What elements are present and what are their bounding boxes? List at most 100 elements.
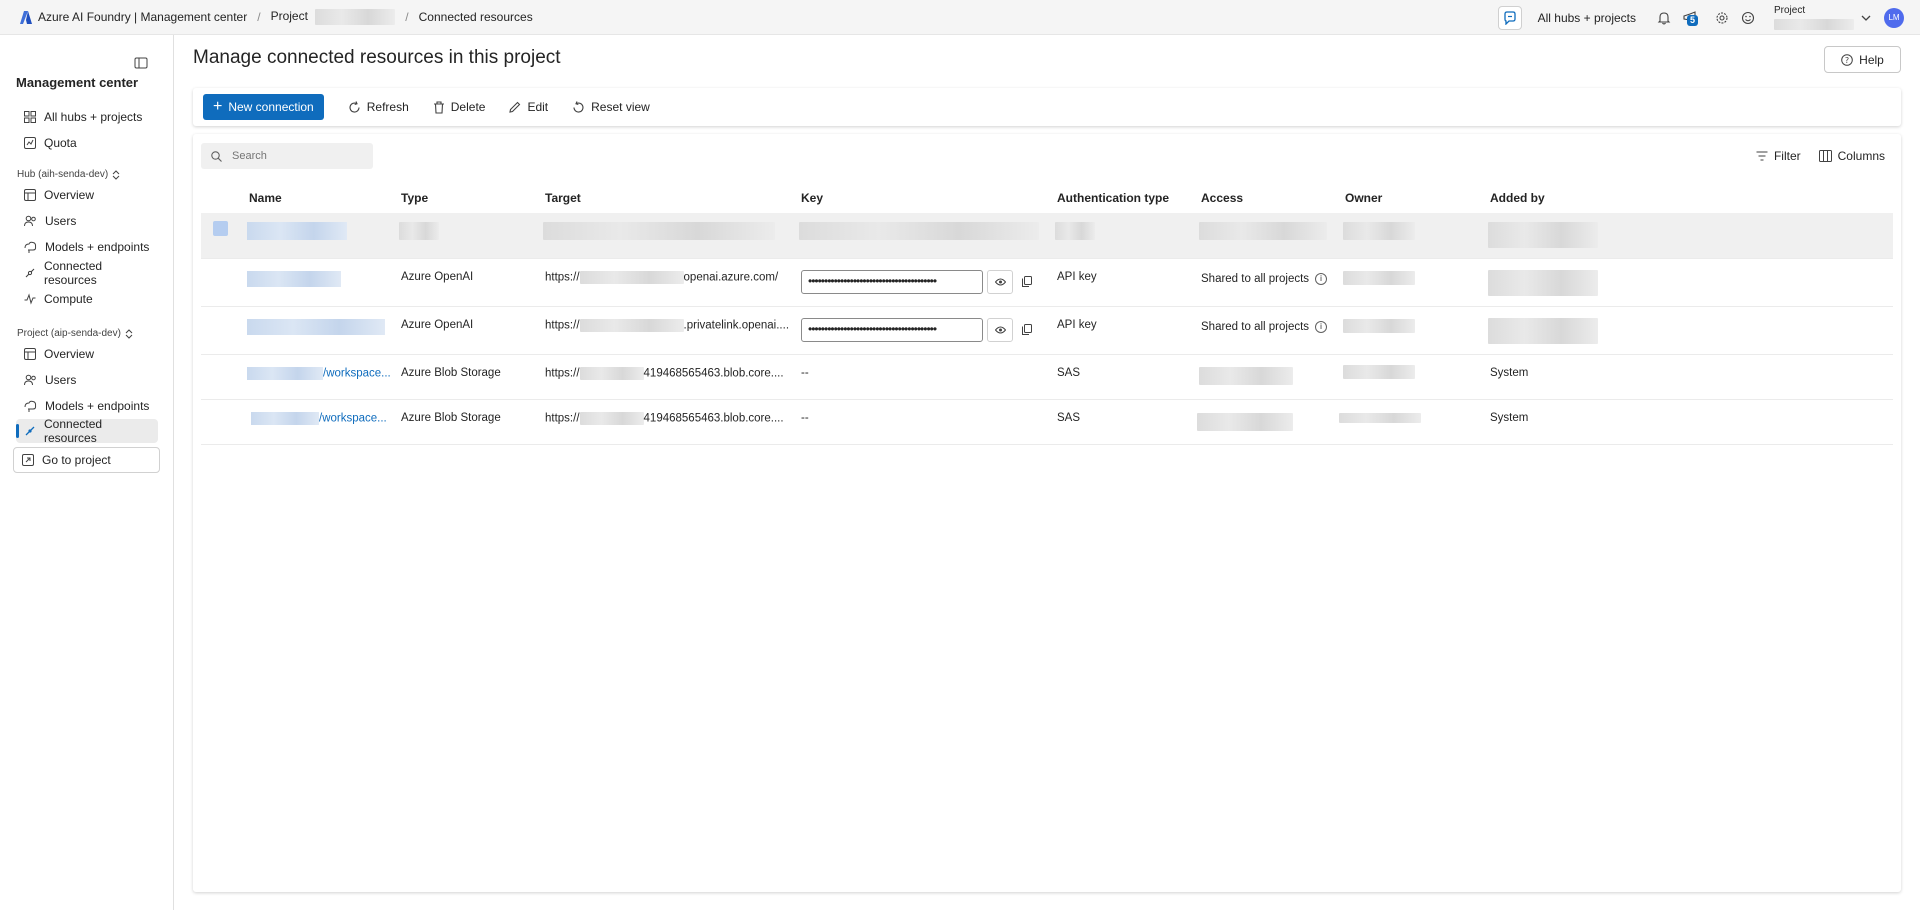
collapse-sidebar-icon[interactable] — [134, 57, 148, 69]
edit-button[interactable]: Edit — [499, 94, 558, 120]
go-to-project-button[interactable]: Go to project — [13, 447, 160, 473]
redacted-name — [247, 222, 347, 240]
search-input[interactable] — [230, 149, 360, 163]
row-checkbox[interactable] — [213, 221, 228, 236]
sidebar-item-label: Connected resources — [44, 259, 103, 287]
all-hubs-link[interactable]: All hubs + projects — [1538, 11, 1636, 25]
page-title: Manage connected resources in this proje… — [193, 47, 561, 68]
reset-icon — [573, 100, 584, 113]
column-header-added-by[interactable]: Added by — [1490, 191, 1545, 205]
cell-name-link[interactable]: /workspace... — [247, 367, 391, 380]
filter-button[interactable]: Filter — [1756, 149, 1801, 163]
column-header-name[interactable]: Name — [249, 191, 282, 205]
pencil-icon — [509, 101, 521, 113]
sidebar-item-project-users[interactable]: Users — [16, 368, 158, 392]
info-icon[interactable]: i — [1315, 273, 1328, 285]
table-row[interactable]: Azure OpenAI https://openai.azure.com/ •… — [201, 259, 1893, 307]
column-header-auth-type[interactable]: Authentication type — [1057, 191, 1169, 205]
cell-target: https://419468565463.blob.core.... — [545, 367, 784, 380]
sidebar-item-label: Overview — [44, 347, 95, 361]
column-header-target[interactable]: Target — [545, 191, 581, 205]
sidebar-item-label: Overview — [44, 188, 95, 202]
table-row[interactable] — [201, 213, 1893, 259]
help-button[interactable]: ? Help — [1824, 46, 1901, 73]
sidebar-item-label: Models + endpoints — [45, 399, 150, 413]
column-header-owner[interactable]: Owner — [1345, 191, 1382, 205]
columns-icon — [1818, 150, 1832, 162]
project-picker[interactable]: Project — [1774, 5, 1854, 30]
sidebar-item-hub-users[interactable]: Users — [16, 209, 158, 233]
copy-icon[interactable] — [1022, 276, 1032, 287]
users-icon — [24, 374, 36, 386]
sidebar-item-hub-connected-resources[interactable]: Connected resources — [16, 259, 158, 287]
info-icon[interactable]: i — [1315, 321, 1328, 333]
redacted-owner — [1343, 271, 1415, 285]
gear-icon — [1716, 11, 1728, 24]
refresh-button[interactable]: Refresh — [338, 94, 419, 120]
redacted-name-link[interactable] — [247, 319, 385, 335]
sidebar-item-all-hubs[interactable]: All hubs + projects — [16, 105, 158, 129]
cell-auth-type: SAS — [1057, 367, 1081, 379]
redacted-name-link[interactable] — [247, 271, 341, 287]
announcements-button[interactable]: 5 — [1682, 10, 1699, 26]
sidebar-item-hub-compute[interactable]: Compute — [16, 287, 158, 311]
refresh-icon — [349, 100, 360, 113]
redacted-owner — [1343, 319, 1415, 333]
brand[interactable]: Azure AI Foundry | Management center — [20, 10, 247, 24]
key-field[interactable]: •••••••••••••••••••••••••••••••••••••••• — [801, 318, 983, 342]
cell-type: Azure Blob Storage — [401, 367, 501, 379]
table-header: Name Type Target Key Authentication type… — [201, 183, 1893, 213]
search-box[interactable] — [201, 143, 373, 169]
sidebar-item-hub-overview[interactable]: Overview — [16, 183, 158, 207]
redacted-added-by — [1488, 270, 1598, 296]
hub-group-header[interactable]: Hub (aih-senda-dev) — [17, 169, 120, 180]
table-row[interactable]: Azure OpenAI https://.privatelink.openai… — [201, 307, 1893, 355]
top-bar: Azure AI Foundry | Management center / P… — [0, 0, 1920, 35]
key-field[interactable]: •••••••••••••••••••••••••••••••••••••••• — [801, 270, 983, 294]
redacted-project-name — [315, 9, 396, 25]
cell-auth-type: API key — [1057, 271, 1097, 283]
command-bar: + New connection Refresh Delete Edit Res… — [193, 88, 1901, 126]
quota-icon — [24, 137, 36, 149]
sidebar-item-quota[interactable]: Quota — [16, 131, 158, 155]
new-connection-button[interactable]: + New connection — [203, 94, 324, 120]
table-row[interactable]: /workspace... Azure Blob Storage https:/… — [201, 355, 1893, 400]
cell-access: Shared to all projects i — [1201, 321, 1328, 333]
column-header-type[interactable]: Type — [401, 191, 428, 205]
feedback-button[interactable] — [1740, 10, 1756, 26]
table-row[interactable]: /workspace... Azure Blob Storage https:/… — [201, 400, 1893, 445]
trash-icon — [433, 100, 444, 114]
cell-key: -- — [801, 412, 809, 424]
column-header-access[interactable]: Access — [1201, 191, 1243, 205]
copilot-button[interactable] — [1497, 5, 1522, 30]
svg-text:?: ? — [1845, 56, 1849, 65]
sidebar-item-hub-models[interactable]: Models + endpoints — [16, 235, 158, 259]
azure-ai-foundry-logo-icon — [20, 10, 32, 24]
cell-target: https://.privatelink.openai.... — [545, 319, 790, 332]
copy-icon[interactable] — [1022, 324, 1032, 335]
delete-button[interactable]: Delete — [423, 94, 496, 120]
settings-button[interactable] — [1714, 10, 1730, 26]
project-picker-label: Project — [1774, 5, 1806, 16]
notifications-button[interactable] — [1656, 10, 1672, 26]
models-icon — [24, 241, 37, 253]
redacted-added-by — [1488, 222, 1598, 248]
breadcrumb-project[interactable]: Project — [271, 9, 396, 25]
sidebar-item-project-overview[interactable]: Overview — [16, 342, 158, 366]
reset-view-button[interactable]: Reset view — [562, 94, 660, 120]
column-header-key[interactable]: Key — [801, 191, 823, 205]
show-key-button[interactable] — [987, 318, 1013, 342]
sidebar-item-project-connected-resources[interactable]: Connected resources — [16, 417, 158, 445]
columns-button[interactable]: Columns — [1818, 149, 1885, 163]
filter-icon — [1756, 151, 1768, 161]
chevron-down-icon[interactable] — [1860, 12, 1872, 24]
cell-name-link[interactable]: /workspace... — [251, 412, 387, 425]
redacted-auth — [1055, 222, 1095, 240]
project-group-header[interactable]: Project (aip-senda-dev) — [17, 328, 133, 339]
cell-type: Azure Blob Storage — [401, 412, 501, 424]
breadcrumb-separator: / — [405, 10, 409, 24]
sidebar-item-project-models[interactable]: Models + endpoints — [16, 394, 158, 418]
avatar[interactable]: LM — [1884, 7, 1904, 28]
show-key-button[interactable] — [987, 270, 1013, 294]
grid-icon — [24, 111, 36, 123]
